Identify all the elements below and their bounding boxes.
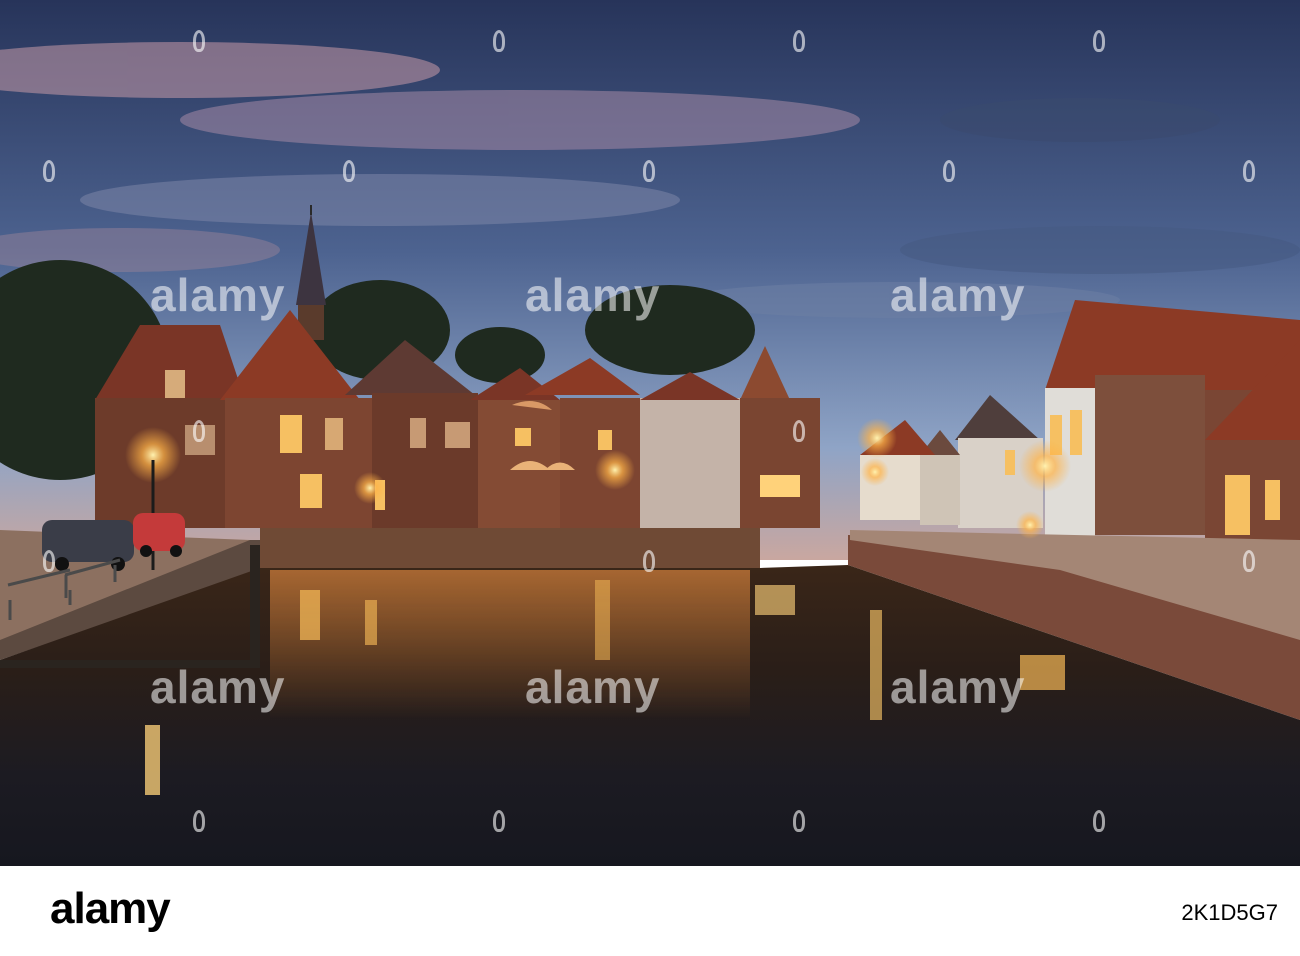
alamy-logo: alamy xyxy=(50,884,171,933)
watermark-glyph-icon xyxy=(343,160,355,182)
watermark-glyph-icon xyxy=(1243,160,1255,182)
watermark-glyph-icon xyxy=(43,550,55,572)
watermark-glyph-icon xyxy=(493,30,505,52)
back-quay xyxy=(260,528,760,568)
footer-bar: alamy 2K1D5G7 xyxy=(0,866,1300,956)
photo: alamy alamy alamy alamy alamy alamy xyxy=(0,0,1300,866)
watermark-glyph-icon xyxy=(643,550,655,572)
watermark-glyph-icon xyxy=(43,160,55,182)
watermark-glyph-icon xyxy=(793,810,805,832)
watermark-glyph-icon xyxy=(1093,810,1105,832)
watermark-glyph-icon xyxy=(943,160,955,182)
watermark-glyph-icon xyxy=(643,160,655,182)
image-id: 2K1D5G7 xyxy=(1181,900,1278,925)
watermark-glyph-icon xyxy=(193,420,205,442)
watermark-glyph-icon xyxy=(193,810,205,832)
watermark-glyph-icon xyxy=(793,420,805,442)
watermark-glyph-icon xyxy=(1243,550,1255,572)
watermark-glyph-icon xyxy=(793,30,805,52)
watermark-glyph-icon xyxy=(493,810,505,832)
watermark-glyph-icon xyxy=(1093,30,1105,52)
watermark-glyph-icon xyxy=(193,30,205,52)
